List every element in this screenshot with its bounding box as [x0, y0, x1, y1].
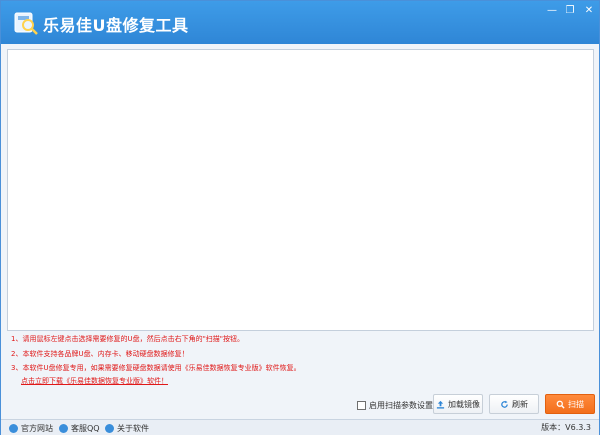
about-link[interactable]: 关于软件	[105, 422, 149, 434]
upload-icon	[436, 400, 445, 409]
scan-label: 扫描	[568, 399, 584, 409]
load-image-button[interactable]: 加载镜像	[433, 394, 483, 414]
globe-icon	[9, 423, 18, 433]
magnifier-drive-icon	[14, 12, 38, 35]
version-label: 版本：V6.3.3	[541, 423, 591, 432]
scan-settings-label: 启用扫描参数设置	[369, 400, 433, 410]
download-pro-link[interactable]: 点击立即下载《乐易佳数据恢复专业版》软件！	[21, 377, 168, 386]
info-icon	[105, 423, 114, 433]
load-image-label: 加载镜像	[448, 399, 480, 409]
title-bar: 乐易佳U盘修复工具 — ❐ ✕	[1, 1, 599, 44]
about-label: 关于软件	[117, 423, 149, 433]
refresh-label: 刷新	[512, 399, 528, 409]
close-button[interactable]: ✕	[581, 4, 597, 18]
restore-button[interactable]: ❐	[562, 4, 578, 18]
refresh-button[interactable]: 刷新	[489, 394, 539, 414]
refresh-icon	[501, 400, 508, 408]
official-site-link[interactable]: 官方网站	[9, 422, 53, 434]
official-site-label: 官方网站	[21, 423, 53, 433]
support-qq-link[interactable]: 客服QQ	[59, 422, 100, 434]
tip-2: 2、本软件支持各品牌U盘、内存卡、移动硬盘数据修复！	[11, 350, 189, 358]
tip-3: 3、本软件U盘修复专用，如果需要修复硬盘数据请使用《乐易佳数据恢复专业版》软件恢…	[11, 364, 301, 372]
tip-1: 1、请用鼠标左键点击选择需要修复的U盘，然后点击右下角的"扫描"按钮。	[11, 335, 245, 343]
search-icon	[556, 400, 565, 409]
scan-settings-checkbox[interactable]	[357, 400, 366, 410]
app-window: 乐易佳U盘修复工具 — ❐ ✕ 1、请用鼠标左键点击选择需要修复的U盘，然后点击…	[0, 0, 600, 435]
app-title: 乐易佳U盘修复工具	[43, 16, 189, 35]
support-qq-label: 客服QQ	[71, 423, 100, 433]
minimize-button[interactable]: —	[544, 4, 560, 18]
qq-icon	[59, 423, 68, 433]
status-bar: 官方网站 客服QQ 关于软件 版本：V6.3.3	[1, 419, 599, 435]
scan-settings-option[interactable]: 启用扫描参数设置	[357, 398, 433, 412]
drive-list-panel[interactable]	[7, 49, 594, 331]
scan-button[interactable]: 扫描	[545, 394, 595, 414]
